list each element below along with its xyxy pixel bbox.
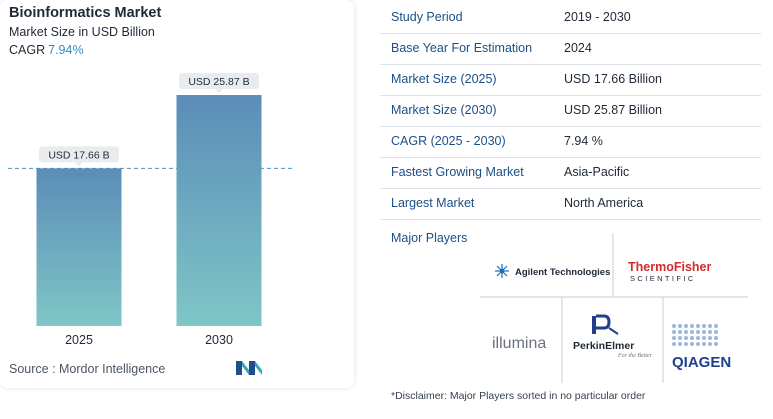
bar-chart: USD 17.66 B 2025 USD 25.87 B 2030 xyxy=(8,73,292,347)
qiagen-name: QIAGEN xyxy=(672,354,731,371)
info-row: Base Year For Estimation 2024 xyxy=(380,34,761,65)
info-row: CAGR (2025 - 2030) 7.94 % xyxy=(380,127,761,158)
info-value: USD 17.66 Billion xyxy=(564,72,662,86)
info-label: CAGR (2025 - 2030) xyxy=(391,134,506,148)
illumina-logo: illumina xyxy=(492,335,546,352)
info-label: Study Period xyxy=(391,10,463,24)
info-row: Market Size (2025) USD 17.66 Billion xyxy=(380,65,761,96)
info-value: 2019 - 2030 xyxy=(564,10,631,24)
info-label: Market Size (2025) xyxy=(391,72,497,86)
mordor-logo-icon xyxy=(236,361,262,375)
info-value: 2024 xyxy=(564,41,592,55)
agilent-logo: Agilent Technologies xyxy=(495,264,610,278)
x-tick-label: 2025 xyxy=(65,333,93,347)
info-label: Fastest Growing Market xyxy=(391,165,524,179)
info-label: Base Year For Estimation xyxy=(391,41,533,55)
bar-2025 xyxy=(36,168,122,326)
chart-source: Source : Mordor Intelligence xyxy=(9,362,166,376)
info-value: Asia-Pacific xyxy=(564,165,630,179)
agilent-spark-icon xyxy=(495,264,509,278)
thermo-fisher-logo: ThermoFisher SCIENTIFIC xyxy=(628,260,711,283)
perkinelmer-logo: PerkinElmer For the Better xyxy=(573,314,653,359)
info-label: Largest Market xyxy=(391,196,475,210)
bar-2030 xyxy=(176,95,262,327)
perkinelmer-mark-icon xyxy=(592,314,619,335)
perkinelmer-tag: For the Better xyxy=(617,353,653,359)
data-label-pointer xyxy=(215,89,223,94)
qiagen-dots-icon xyxy=(672,324,718,346)
info-value: North America xyxy=(564,196,644,210)
agilent-name: Agilent Technologies xyxy=(515,267,610,278)
thermo-sub: SCIENTIFIC xyxy=(630,274,696,283)
major-players-label: Major Players xyxy=(391,231,468,245)
chart-card: Bioinformatics Market Market Size in USD… xyxy=(0,0,354,388)
info-row: Largest Market North America xyxy=(380,189,761,220)
data-label-pointer xyxy=(75,162,83,167)
info-row: Market Size (2030) USD 25.87 Billion xyxy=(380,96,761,127)
info-value: 7.94 % xyxy=(564,134,603,148)
info-value: USD 25.87 Billion xyxy=(564,103,662,117)
x-tick-label: 2030 xyxy=(205,333,233,347)
data-label: USD 17.66 B xyxy=(48,149,109,161)
data-label: USD 25.87 B xyxy=(188,76,249,88)
qiagen-logo: QIAGEN xyxy=(672,324,731,371)
info-label: Market Size (2030) xyxy=(391,103,497,117)
market-info-table: Study Period 2019 - 2030 Base Year For E… xyxy=(380,3,761,220)
thermo-name: ThermoFisher xyxy=(628,260,711,274)
info-row: Study Period 2019 - 2030 xyxy=(380,3,761,34)
disclaimer: *Disclaimer: Major Players sorted in no … xyxy=(391,390,646,402)
perkinelmer-name: PerkinElmer xyxy=(573,340,634,352)
major-players-logos: Agilent Technologies ThermoFisher SCIENT… xyxy=(480,233,748,383)
info-row: Fastest Growing Market Asia-Pacific xyxy=(380,158,761,189)
